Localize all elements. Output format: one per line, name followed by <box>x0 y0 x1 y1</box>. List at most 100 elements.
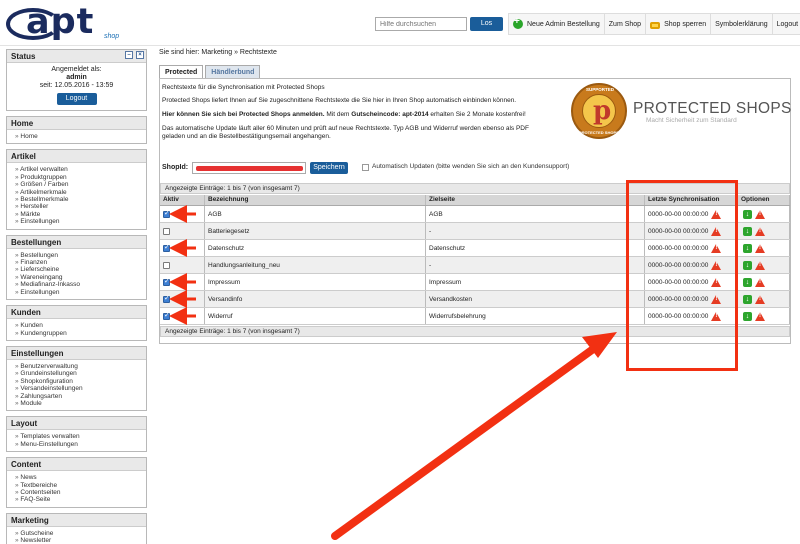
row-target: Datenschutz <box>426 240 645 256</box>
sidebar-item[interactable]: Bestellungen <box>15 252 140 259</box>
active-checkbox[interactable] <box>163 261 170 269</box>
logo-sub: shop <box>104 33 120 40</box>
sidebar-item[interactable]: Contentseiten <box>15 489 140 496</box>
nav-label: Shop sperren <box>664 20 707 28</box>
warning-icon[interactable] <box>755 294 765 304</box>
sidebar-item[interactable]: News <box>15 474 140 481</box>
help-search-input[interactable] <box>375 17 467 31</box>
lock-shop-link[interactable]: Shop sperren <box>646 14 712 34</box>
menu-box-kunden: Kunden–×KundenKundengruppen <box>6 51 147 341</box>
sidebar-item[interactable]: Templates verwalten <box>15 433 140 440</box>
sidebar-item[interactable]: Einstellungen <box>15 289 140 296</box>
sidebar-item[interactable]: Hersteller <box>15 203 140 210</box>
username: admin <box>66 74 87 81</box>
sidebar-item[interactable]: Finanzen <box>15 259 140 266</box>
new-admin-order-link[interactable]: Neue Admin Bestellung <box>509 14 605 34</box>
to-shop-link[interactable]: Zum Shop <box>605 14 647 34</box>
row-target: - <box>426 257 645 273</box>
sidebar-item[interactable]: Bestellmerkmale <box>15 196 140 203</box>
sidebar-item[interactable]: Zahlungsarten <box>15 393 140 400</box>
box-title: Home <box>7 117 146 130</box>
box-title: Marketing <box>7 513 146 527</box>
row-target: Impressum <box>426 274 645 290</box>
sidebar-item[interactable]: Mediafinanz-Inkasso <box>15 281 140 288</box>
auto-update-label: Automatisch Updaten (bitte wenden Sie si… <box>372 163 570 170</box>
menu-box-einstellungen: Einstellungen –× BenutzerverwaltungGrundei… <box>6 51 147 412</box>
active-checkbox[interactable] <box>163 209 170 218</box>
intro-text: Protected Shops liefert Ihnen auf Sie zu… <box>162 97 517 104</box>
row-target: - <box>426 223 645 239</box>
warning-icon[interactable] <box>755 209 765 219</box>
sidebar-item[interactable]: Artikelmerkmale <box>15 189 140 196</box>
sidebar-item[interactable]: Textbereiche <box>15 482 140 489</box>
apt-logo[interactable]: apt shop <box>6 2 122 44</box>
sidebar-logout-button[interactable]: Logout <box>56 93 97 105</box>
sidebar-item[interactable]: Märkte <box>15 211 140 218</box>
sidebar-item[interactable]: Grundeinstellungen <box>15 370 140 377</box>
col-zielseite[interactable]: Zielseite <box>426 195 645 205</box>
sidebar-item[interactable]: Benutzerverwaltung <box>15 363 140 370</box>
logo-text: apt <box>26 2 95 42</box>
logout-link[interactable]: Logout <box>773 14 800 34</box>
promo-code: Gutscheincode: apt-2014 <box>351 111 429 118</box>
sidebar-item[interactable]: Kundengruppen <box>15 330 140 337</box>
warning-icon[interactable] <box>755 260 765 270</box>
download-icon[interactable]: ↓ <box>743 209 752 219</box>
active-checkbox[interactable] <box>163 294 170 303</box>
row-name: Versandinfo <box>205 291 426 307</box>
warning-icon[interactable] <box>755 243 765 253</box>
save-button[interactable]: Speichern <box>310 162 348 174</box>
warning-icon[interactable] <box>755 277 765 287</box>
promo-link[interactable]: Hier können Sie sich bei Protected Shops… <box>162 111 325 118</box>
download-icon[interactable]: ↓ <box>743 260 752 270</box>
menu-box-bestellungen: Bestellungen–×BestellungenFinanzenLiefer… <box>6 51 147 301</box>
symbol-legend-link[interactable]: Symbolerklärung <box>711 14 773 34</box>
sidebar-item[interactable]: FAQ-Seite <box>15 496 140 503</box>
plus-icon <box>513 16 523 29</box>
tab-bar: Protected Händlerbund <box>159 65 262 78</box>
sidebar-item[interactable]: Wareneingang <box>15 274 140 281</box>
redacted-value <box>196 166 303 171</box>
download-icon[interactable]: ↓ <box>743 226 752 236</box>
download-icon[interactable]: ↓ <box>743 243 752 253</box>
download-icon[interactable]: ↓ <box>743 294 752 304</box>
sidebar-item[interactable]: Newsletter <box>15 537 140 544</box>
sidebar-item[interactable]: Größen / Farben <box>15 181 140 188</box>
active-checkbox[interactable] <box>163 277 170 286</box>
warning-icon[interactable] <box>755 311 765 321</box>
active-checkbox[interactable] <box>163 311 170 320</box>
active-checkbox[interactable] <box>163 243 170 252</box>
tab-haendlerbund[interactable]: Händlerbund <box>205 65 261 78</box>
warning-icon[interactable] <box>755 226 765 236</box>
sidebar-item[interactable]: Kunden <box>15 322 140 329</box>
update-info-2: geladen und an die Bestellbestätigungsem… <box>162 133 331 140</box>
sidebar-item[interactable]: Artikel verwalten <box>15 166 140 173</box>
shopid-input[interactable] <box>192 162 306 174</box>
sidebar-item[interactable]: Gutscheine <box>15 530 140 537</box>
sidebar-item[interactable]: Versandeinstellungen <box>15 385 140 392</box>
download-icon[interactable]: ↓ <box>743 277 752 287</box>
tab-protected[interactable]: Protected <box>159 65 204 78</box>
sync-column-highlight <box>626 180 738 371</box>
nav-label: Zum Shop <box>608 20 642 28</box>
sidebar-item[interactable]: Einstellungen <box>15 218 140 225</box>
col-aktiv[interactable]: Aktiv <box>160 195 205 205</box>
row-name: AGB <box>205 206 426 222</box>
sidebar-item[interactable]: Produktgruppen <box>15 174 140 181</box>
sidebar-item[interactable]: Shopkonfiguration <box>15 378 140 385</box>
search-button[interactable]: Los <box>470 17 503 31</box>
sidebar-item[interactable]: Lieferscheine <box>15 266 140 273</box>
col-bezeichnung[interactable]: Bezeichnung <box>205 195 426 205</box>
active-checkbox[interactable] <box>163 227 170 235</box>
promo-rest: erhalten Sie 2 Monate kostenfrei! <box>428 111 526 118</box>
row-name: Batteriegesetz <box>205 223 426 239</box>
sidebar-item[interactable]: Menu-Einstellungen <box>15 441 140 448</box>
minimize-icon[interactable]: – <box>125 51 133 59</box>
sidebar-item[interactable]: Home <box>15 133 140 140</box>
auto-update-checkbox[interactable] <box>362 164 369 171</box>
close-icon[interactable]: × <box>136 51 144 59</box>
download-icon[interactable]: ↓ <box>743 311 752 321</box>
nav-label: Neue Admin Bestellung <box>527 20 600 28</box>
sidebar-item[interactable]: Module <box>15 400 140 407</box>
box-title: Einstellungen <box>7 346 146 360</box>
